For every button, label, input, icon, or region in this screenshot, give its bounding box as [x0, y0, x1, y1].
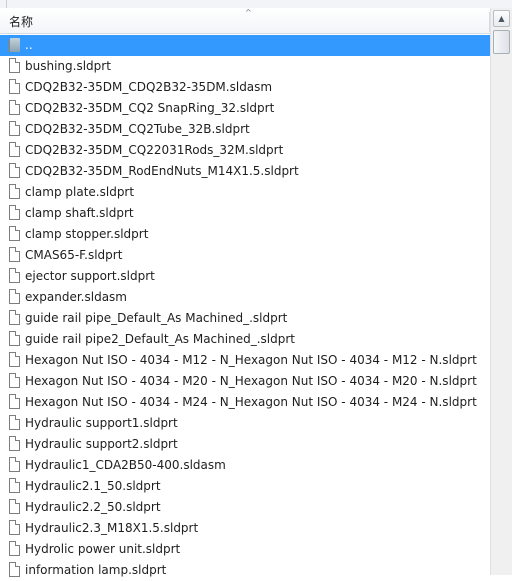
list-item[interactable]: CMAS65-F.sldprt [0, 245, 490, 266]
file-icon [9, 541, 20, 556]
file-name: Hydraulic2.2_50.sldprt [25, 500, 161, 514]
folder-up-icon [8, 38, 22, 52]
file-list: .. bushing.sldprt CDQ2B32-35DM_CDQ2B32-35D… [0, 35, 490, 581]
file-name: guide rail pipe_Default_As Machined_.sld… [25, 311, 288, 325]
file-icon [9, 499, 20, 514]
file-name: clamp stopper.sldprt [25, 227, 149, 241]
file-name: CDQ2B32-35DM_CQ2 SnapRing_32.sldprt [25, 101, 275, 115]
list-item[interactable]: Hydraulic2.1_50.sldprt [0, 476, 490, 497]
column-header-name[interactable]: 名称 [9, 13, 33, 30]
file-icon [9, 373, 20, 388]
file-name: Hydrolic power unit.sldprt [25, 542, 181, 556]
list-item[interactable]: Hydraulic2.2_50.sldprt [0, 497, 490, 518]
file-name: .. [25, 38, 33, 52]
file-name: ejector support.sldprt [25, 269, 155, 283]
file-name: Hydraulic support2.sldprt [25, 437, 178, 451]
file-icon [9, 121, 20, 136]
file-icon [9, 184, 20, 199]
file-name: Hydraulic1_CDA2B50-400.sldasm [25, 458, 226, 472]
column-header[interactable]: ^ 名称 [0, 8, 490, 34]
scroll-thumb[interactable] [493, 30, 510, 54]
file-name: CDQ2B32-35DM_RodEndNuts_M14X1.5.sldprt [25, 164, 299, 178]
file-name: Hydraulic2.1_50.sldprt [25, 479, 161, 493]
list-item[interactable]: Hydraulic support2.sldprt [0, 434, 490, 455]
scroll-up-button[interactable]: ▲ [493, 10, 510, 27]
file-name: bushing.sldprt [25, 59, 111, 73]
file-icon [9, 247, 20, 262]
file-icon [9, 289, 20, 304]
list-item[interactable]: Hydrolic power unit.sldprt [0, 539, 490, 560]
file-icon [9, 352, 20, 367]
file-name: guide rail pipe2_Default_As Machined_.sl… [25, 332, 295, 346]
list-item[interactable]: CDQ2B32-35DM_CQ22031Rods_32M.sldprt [0, 140, 490, 161]
list-item[interactable]: bushing.sldprt [0, 56, 490, 77]
list-item[interactable]: Hexagon Nut ISO - 4034 - M12 - N_Hexagon… [0, 350, 490, 371]
list-item[interactable]: CDQ2B32-35DM_RodEndNuts_M14X1.5.sldprt [0, 161, 490, 182]
file-name: CDQ2B32-35DM_CDQ2B32-35DM.sldasm [25, 80, 273, 94]
file-name: Hexagon Nut ISO - 4034 - M12 - N_Hexagon… [25, 353, 477, 367]
file-icon [9, 520, 20, 535]
file-icon [9, 226, 20, 241]
file-name: expander.sldasm [25, 290, 127, 304]
sort-ascending-icon: ^ [245, 8, 252, 17]
file-name: clamp shaft.sldprt [25, 206, 134, 220]
list-item[interactable]: Hydraulic1_CDA2B50-400.sldasm [0, 455, 490, 476]
list-item[interactable]: Hydraulic2.3_M18X1.5.sldprt [0, 518, 490, 539]
file-icon [9, 436, 20, 451]
file-icon [9, 142, 20, 157]
file-icon [9, 310, 20, 325]
list-item[interactable]: ejector support.sldprt [0, 266, 490, 287]
file-name: Hydraulic support1.sldprt [25, 416, 178, 430]
list-item[interactable]: CDQ2B32-35DM_CQ2Tube_32B.sldprt [0, 119, 490, 140]
file-icon [9, 205, 20, 220]
file-icon [9, 58, 20, 73]
file-name: CDQ2B32-35DM_CQ22031Rods_32M.sldprt [25, 143, 284, 157]
file-icon [9, 394, 20, 409]
file-icon [9, 163, 20, 178]
file-icon [9, 415, 20, 430]
file-icon [9, 268, 20, 283]
file-name: clamp plate.sldprt [25, 185, 135, 199]
vertical-scrollbar[interactable]: ▲ [490, 8, 512, 575]
file-name: Hexagon Nut ISO - 4034 - M24 - N_Hexagon… [25, 395, 477, 409]
file-name: Hydraulic2.3_M18X1.5.sldprt [25, 521, 199, 535]
list-item[interactable]: CDQ2B32-35DM_CDQ2B32-35DM.sldasm [0, 77, 490, 98]
list-item[interactable]: CDQ2B32-35DM_CQ2 SnapRing_32.sldprt [0, 98, 490, 119]
top-divider [6, 0, 7, 8]
file-icon [9, 478, 20, 493]
list-item[interactable]: guide rail pipe_Default_As Machined_.sld… [0, 308, 490, 329]
list-item[interactable]: Hexagon Nut ISO - 4034 - M20 - N_Hexagon… [0, 371, 490, 392]
list-item[interactable]: clamp shaft.sldprt [0, 203, 490, 224]
list-item[interactable]: guide rail pipe2_Default_As Machined_.sl… [0, 329, 490, 350]
file-icon [9, 331, 20, 346]
list-item-parent-folder[interactable]: .. [0, 35, 490, 56]
list-item[interactable]: clamp stopper.sldprt [0, 224, 490, 245]
file-icon [9, 100, 20, 115]
list-item[interactable]: clamp plate.sldprt [0, 182, 490, 203]
file-name: CDQ2B32-35DM_CQ2Tube_32B.sldprt [25, 122, 250, 136]
list-item[interactable]: Hexagon Nut ISO - 4034 - M24 - N_Hexagon… [0, 392, 490, 413]
list-item[interactable]: information lamp.sldprt [0, 560, 490, 581]
list-item[interactable]: expander.sldasm [0, 287, 490, 308]
file-name: Hexagon Nut ISO - 4034 - M20 - N_Hexagon… [25, 374, 477, 388]
list-item[interactable]: Hydraulic support1.sldprt [0, 413, 490, 434]
file-icon [9, 457, 20, 472]
file-name: CMAS65-F.sldprt [25, 248, 123, 262]
file-icon [9, 79, 20, 94]
